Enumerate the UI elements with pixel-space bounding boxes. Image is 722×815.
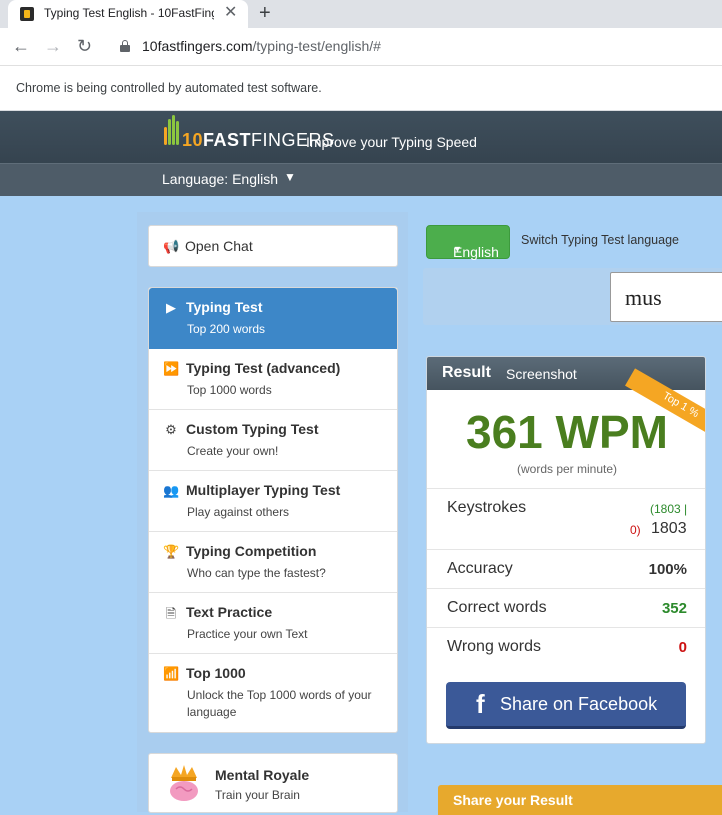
forward-arrow-icon[interactable]: →: [44, 36, 62, 56]
typing-input[interactable]: mus: [610, 272, 722, 322]
sidebar-item-typing-test[interactable]: ▶ Typing Test Top 200 words: [149, 288, 397, 349]
wpm-subtitle: (words per minute): [516, 462, 618, 476]
address-bar[interactable]: 10fastfingers.com/typing-test/english/#: [142, 38, 381, 54]
sidebar-item-subtitle: Unlock the Top 1000 words of your langua…: [187, 688, 372, 719]
accuracy-label: Accuracy: [447, 560, 513, 577]
sidebar-item-title: Top 1000: [186, 665, 246, 681]
gears-icon: ⚙: [165, 422, 177, 437]
site-favicon-icon: [20, 7, 34, 21]
sidebar-item-title: Multiplayer Typing Test: [186, 482, 341, 498]
site-logo[interactable]: 10FASTFINGERS: [162, 115, 334, 157]
sidebar-item-title: Custom Typing Test: [186, 421, 319, 437]
lock-icon[interactable]: [120, 40, 130, 52]
language-selector[interactable]: Language: English: [162, 171, 278, 187]
result-title: Result: [442, 364, 491, 381]
sidebar-item-title: Text Practice: [186, 604, 273, 620]
browser-toolbar: ← → ↻ 10fastfingers.com/typing-test/engl…: [0, 28, 722, 66]
sidebar-item-title: Typing Competition: [186, 543, 317, 559]
correct-words-label: Correct words: [447, 599, 547, 616]
sidebar-item-title: Typing Test (advanced): [186, 360, 341, 376]
back-arrow-icon[interactable]: ←: [12, 36, 30, 56]
keystrokes-label: Keystrokes: [447, 499, 527, 516]
automation-notice: Chrome is being controlled by automated …: [16, 81, 322, 95]
share-facebook-label: Share on Facebook: [500, 694, 658, 714]
url-host: 10fastfingers.com: [142, 38, 253, 54]
language-bar: Language: English ▼: [0, 163, 722, 196]
site-tagline: Improve your Typing Speed: [306, 134, 477, 150]
share-result-bar[interactable]: Share your Result: [438, 785, 722, 815]
royale-title: Mental Royale: [215, 767, 310, 783]
url-path: /typing-test/english/#: [252, 38, 381, 54]
open-chat-label: Open Chat: [185, 238, 253, 254]
correct-words-row: Correct words 352: [427, 588, 705, 627]
sidebar-menu: ▶ Typing Test Top 200 words ⏩ Typing Tes…: [148, 287, 398, 733]
sidebar-item-custom-typing-test[interactable]: ⚙ Custom Typing Test Create your own!: [149, 410, 397, 471]
signal-bars-icon: 📶: [163, 666, 180, 681]
sidebar-item-subtitle: Create your own!: [187, 444, 279, 458]
caret-down-icon: ▼: [453, 244, 462, 254]
trophy-icon: 🏆: [163, 544, 180, 559]
automation-infobar: Chrome is being controlled by automated …: [0, 66, 722, 111]
close-tab-icon[interactable]: ✕: [224, 4, 237, 22]
sidebar-item-top-1000[interactable]: 📶 Top 1000 Unlock the Top 1000 words of …: [149, 654, 397, 732]
browser-tab[interactable]: Typing Test English - 10FastFinge ✕: [8, 0, 248, 28]
sidebar-item-title: Typing Test: [186, 299, 263, 315]
document-icon: 🗎: [165, 606, 177, 621]
mental-royale-link[interactable]: Mental Royale Train your Brain: [148, 753, 398, 813]
keystrokes-row: Keystrokes (1803 | 0) 1803: [427, 488, 705, 549]
wrong-words-label: Wrong words: [447, 638, 541, 655]
fast-forward-icon: ⏩: [163, 361, 180, 376]
sidebar-item-multiplayer[interactable]: 👥 Multiplayer Typing Test Play against o…: [149, 471, 397, 532]
accuracy-row: Accuracy 100%: [427, 549, 705, 588]
sidebar-item-subtitle: Top 1000 words: [187, 383, 272, 397]
result-panel: Result Screenshot Top 1 % 361 WPM (words…: [426, 356, 706, 744]
accuracy-value: 100%: [648, 561, 687, 578]
megaphone-icon: 📢: [163, 239, 180, 254]
sidebar-item-text-practice[interactable]: 🗎 Text Practice Practice your own Text: [149, 593, 397, 654]
site-header: 10FASTFINGERS Improve your Typing Speed …: [0, 111, 722, 196]
sidebar-item-typing-test-advanced[interactable]: ⏩ Typing Test (advanced) Top 1000 words: [149, 349, 397, 410]
play-icon: ▶: [166, 300, 176, 315]
chevron-down-icon[interactable]: ▼: [284, 170, 296, 184]
tab-title: Typing Test English - 10FastFinge: [44, 6, 214, 20]
sidebar-item-competition[interactable]: 🏆 Typing Competition Who can type the fa…: [149, 532, 397, 593]
share-result-label: Share your Result: [453, 792, 573, 808]
hand-logo-icon: [164, 115, 180, 151]
new-tab-icon[interactable]: +: [259, 2, 271, 24]
sidebar-item-subtitle: Play against others: [187, 505, 290, 519]
users-icon: 👥: [163, 483, 180, 498]
switch-language-label: Switch Typing Test language: [521, 233, 679, 247]
royale-subtitle: Train your Brain: [215, 788, 300, 802]
sidebar-item-subtitle: Who can type the fastest?: [187, 566, 326, 580]
wrong-words-row: Wrong words 0: [427, 627, 705, 666]
reload-icon[interactable]: ↻: [77, 36, 92, 56]
open-chat-button[interactable]: 📢 Open Chat: [148, 225, 398, 267]
browser-tab-bar: Typing Test English - 10FastFinge ✕ +: [0, 0, 722, 28]
correct-words-value: 352: [661, 600, 687, 617]
keystrokes-total: 1803: [651, 520, 687, 537]
wpm-value: 361 WPM: [466, 406, 668, 458]
screenshot-link[interactable]: Screenshot: [506, 366, 577, 382]
brain-crown-icon: [170, 765, 198, 801]
keystrokes-wrong: 0): [630, 523, 641, 537]
sidebar-item-subtitle: Top 200 words: [187, 322, 266, 336]
typed-text: mus: [625, 285, 662, 310]
keystrokes-correct: (1803 |: [650, 502, 688, 516]
wrong-words-value: 0: [678, 639, 687, 656]
share-facebook-button[interactable]: f Share on Facebook: [446, 682, 686, 729]
facebook-icon: f: [476, 689, 485, 719]
language-dropdown-button[interactable]: English ▼: [426, 225, 510, 260]
sidebar-item-subtitle: Practice your own Text: [187, 627, 308, 641]
